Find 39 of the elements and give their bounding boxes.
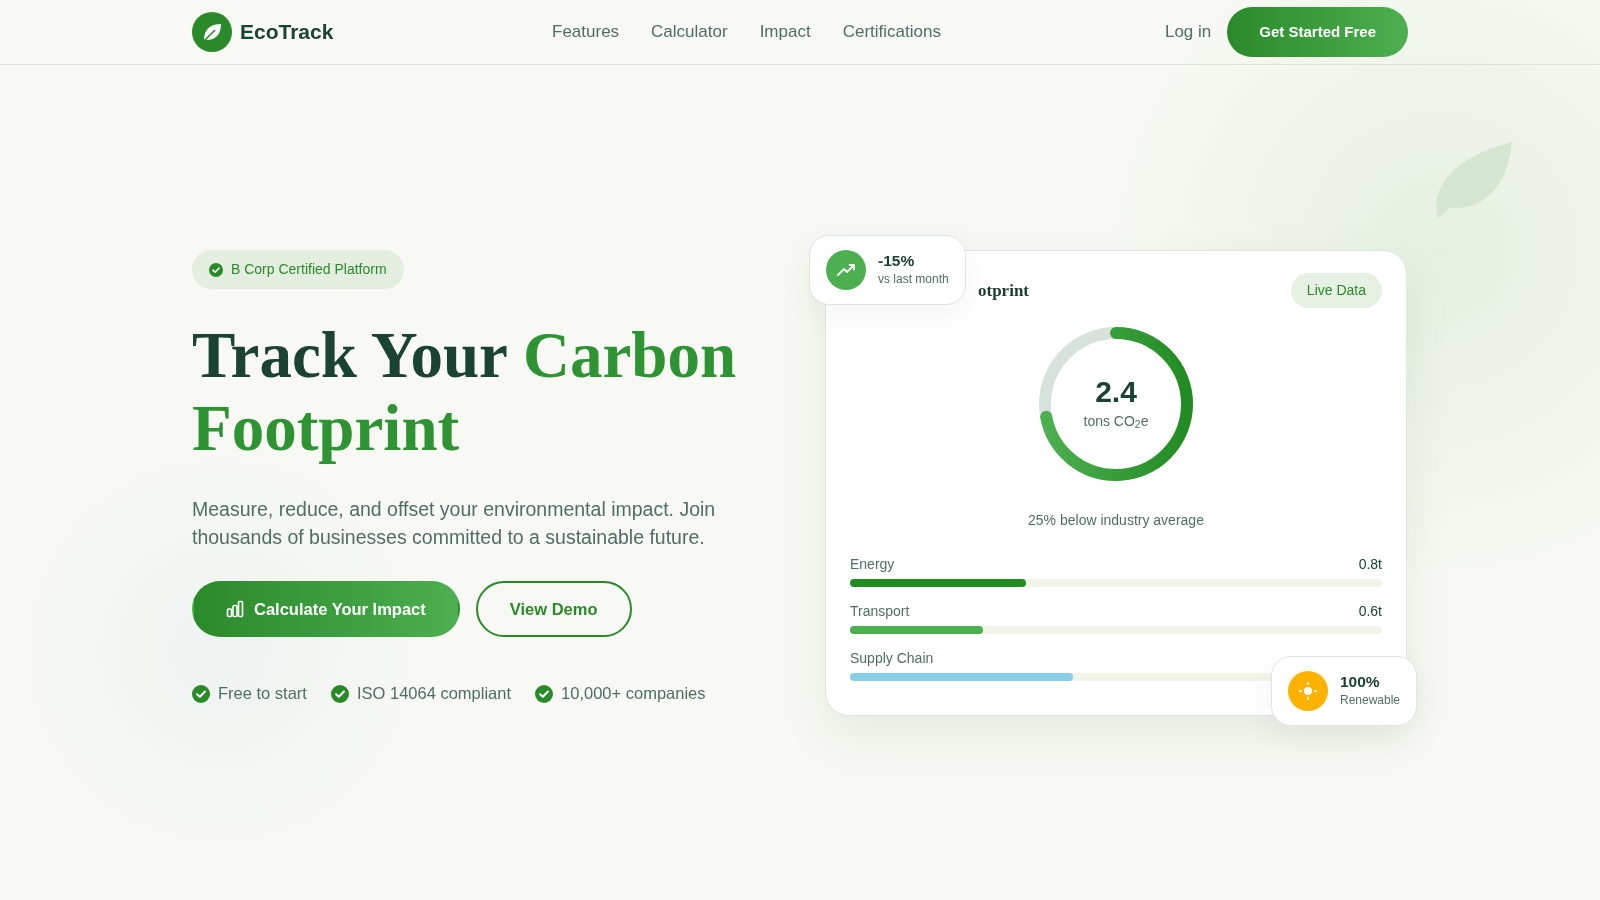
feature-text: Free to start (218, 683, 307, 705)
stat-caption: vs last month (878, 271, 949, 289)
nav-link[interactable]: Certifications (842, 19, 941, 45)
brand-name[interactable]: EcoTrack (240, 16, 334, 48)
stat-caption: Renewable (1340, 692, 1401, 710)
industry-note: 25% below industry average (1028, 512, 1204, 528)
bar-label: Energy (850, 555, 895, 574)
stat-value: -15% (878, 251, 916, 271)
nav-link[interactable]: Features (552, 19, 620, 45)
hero-description: Measure, reduce, and offset your environmental impact. Join thousands of businesses committed to a sustainable future. (192, 496, 717, 550)
bar-value: 0.6t (1358, 602, 1382, 621)
nav-link[interactable]: Calculator (651, 19, 728, 45)
demo-button[interactable]: View Demo (475, 581, 632, 638)
check-icon (209, 262, 223, 277)
certified-badge: B Corp Certified Platform (192, 250, 404, 289)
leaf-logo-icon (192, 12, 232, 52)
nav-link[interactable]: Impact (759, 19, 811, 45)
check-icon (330, 684, 349, 703)
stat-value: 100% (1340, 672, 1381, 692)
live-data-tag: Live Data (1290, 273, 1382, 308)
check-icon (535, 684, 554, 703)
check-icon (192, 684, 210, 703)
feature-text: 10,000+ companies (561, 683, 706, 705)
bar-chart-icon (226, 600, 244, 619)
feature-text: ISO 14064 compliant (356, 683, 512, 705)
sun-icon (1288, 671, 1328, 711)
footprint-value: 2.4 (1095, 376, 1137, 407)
calculate-button[interactable]: Calculate Your Impact (192, 581, 460, 638)
get-started-button[interactable]: Get Started Free (1227, 6, 1408, 58)
heading-text: Footprint (192, 391, 460, 464)
footprint-unit: tons CO$_{2}$e (1083, 411, 1149, 432)
heading-text: Carbon (523, 319, 737, 391)
bar-label: Supply Chain (850, 649, 934, 668)
bar-label: Transport (850, 602, 910, 621)
heading-text: Track Your (192, 319, 507, 391)
trend-up-icon (826, 250, 866, 290)
bar-value: 0.8t (1358, 555, 1382, 574)
card-title: otprint (978, 279, 1029, 302)
login-link[interactable]: Log in (1164, 19, 1212, 45)
